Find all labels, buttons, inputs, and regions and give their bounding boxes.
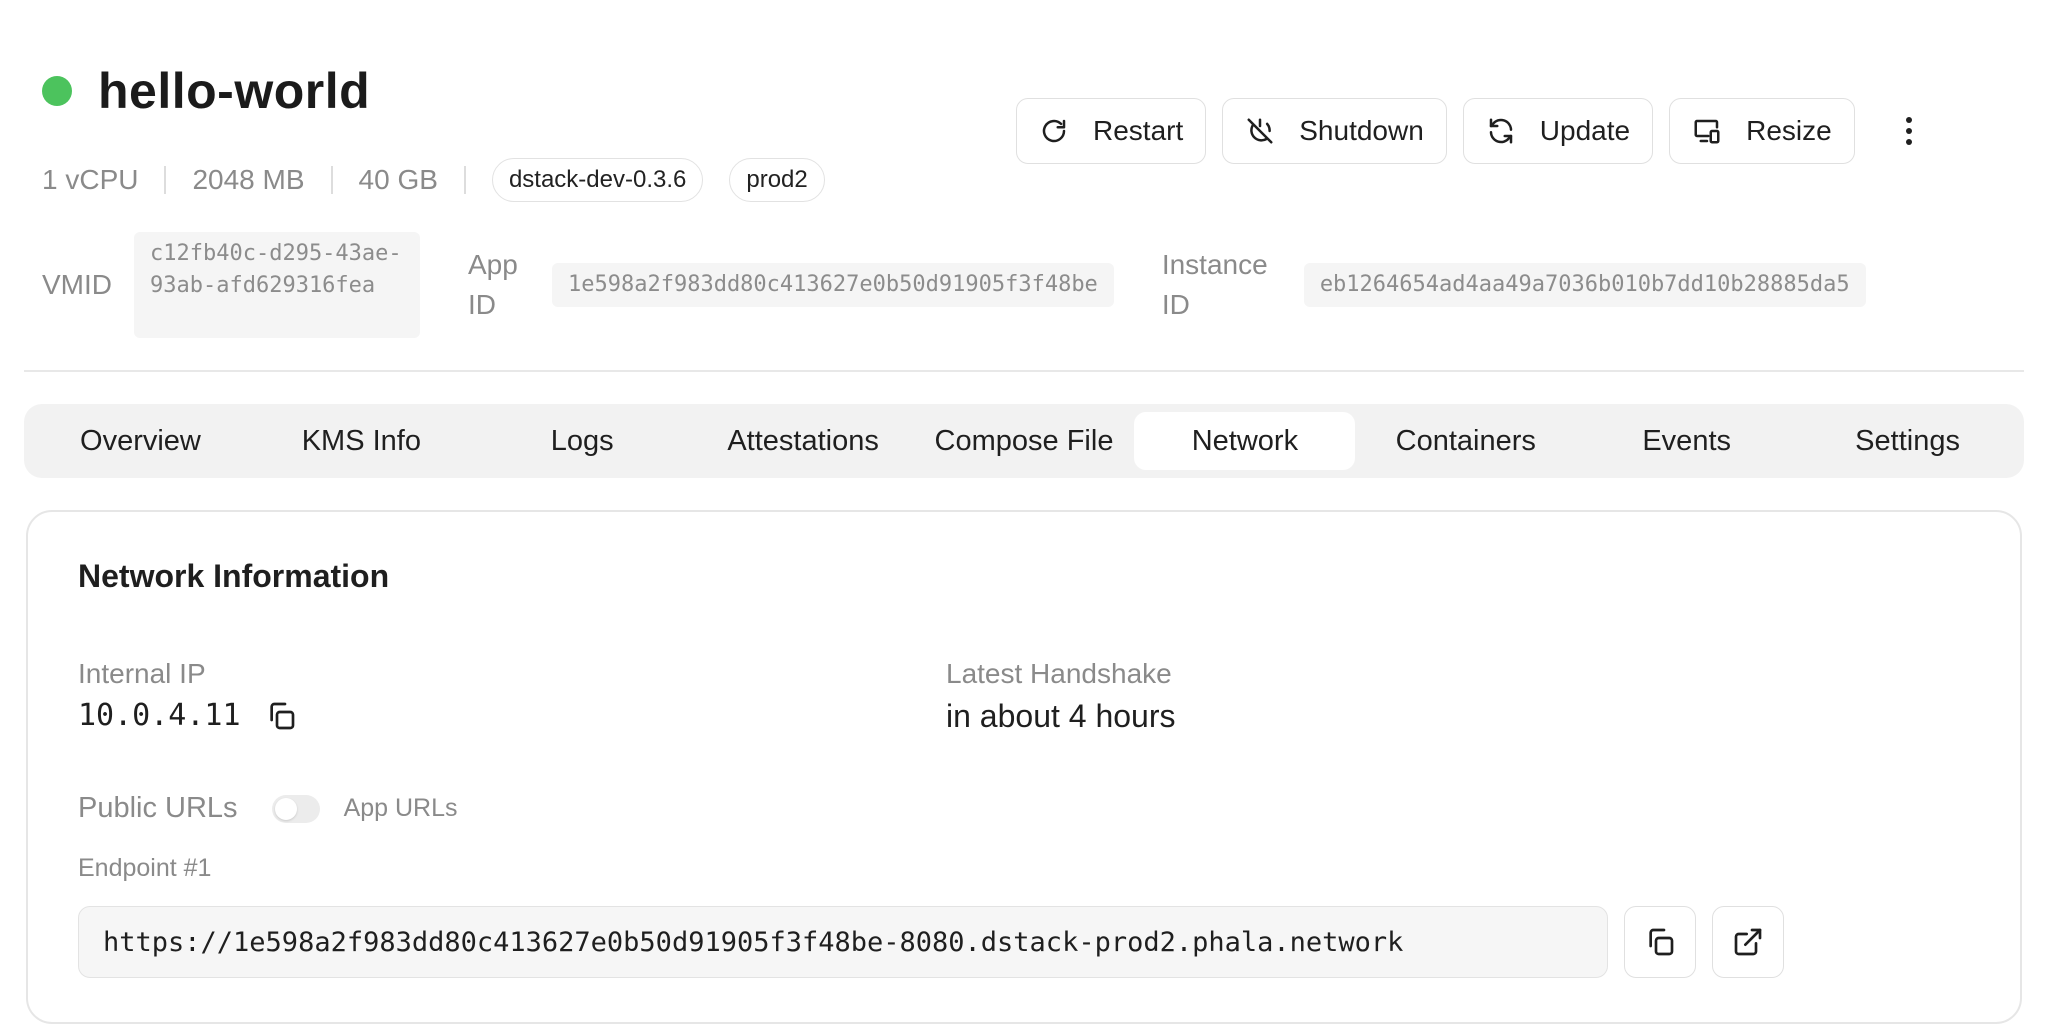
vcpu-spec: 1 vCPU: [42, 164, 139, 195]
internal-ip-value: 10.0.4.11: [78, 698, 241, 733]
app-name: hello-world: [98, 63, 371, 119]
tab-compose-file[interactable]: Compose File: [914, 412, 1135, 470]
vmid-label: VMID: [42, 269, 112, 300]
update-label: Update: [1539, 115, 1631, 146]
resize-label: Resize: [1746, 115, 1832, 146]
app-id-label: App ID: [468, 249, 518, 320]
memory-spec: 2048 MB: [192, 164, 305, 195]
restart-icon: [1042, 119, 1066, 143]
card-title: Network Information: [78, 558, 390, 594]
tab-logs[interactable]: Logs: [472, 412, 693, 470]
tab-overview[interactable]: Overview: [30, 412, 251, 470]
power-off-icon: [1247, 118, 1273, 144]
copy-icon[interactable]: [265, 700, 297, 732]
shutdown-label: Shutdown: [1299, 115, 1424, 146]
restart-button[interactable]: Restart: [1016, 98, 1207, 164]
app-header: hello-world: [42, 62, 370, 120]
resource-specs: 1 vCPU 2048 MB 40 GB dstack-dev-0.3.6 pr…: [42, 158, 851, 202]
action-bar: Restart Shutdown Update Resize: [1016, 98, 1929, 164]
internal-ip-row: 10.0.4.11: [78, 698, 297, 733]
tab-containers[interactable]: Containers: [1355, 412, 1576, 470]
identifier-row: VMID c12fb40c-d295-43ae-93ab-afd629316fe…: [42, 232, 1866, 338]
cluster-tag: prod2: [729, 158, 825, 202]
vmid-value: c12fb40c-d295-43ae-93ab-afd629316fea: [134, 232, 420, 338]
tab-bar: Overview KMS Info Logs Attestations Comp…: [24, 404, 2024, 478]
header-divider: [24, 370, 2024, 372]
disk-spec: 40 GB: [358, 164, 438, 195]
endpoint-label: Endpoint #1: [78, 854, 212, 882]
restart-label: Restart: [1093, 115, 1184, 146]
tab-kms-info[interactable]: KMS Info: [251, 412, 472, 470]
resize-icon: [1694, 119, 1720, 144]
version-tag: dstack-dev-0.3.6: [491, 158, 704, 202]
tab-network[interactable]: Network: [1134, 412, 1356, 470]
public-urls-row: Public URLs App URLs: [78, 792, 458, 825]
app-urls-toggle[interactable]: [271, 794, 320, 823]
instance-id-value: eb1264654ad4aa49a7036b010b7dd10b28885da5: [1303, 263, 1866, 307]
copy-url-button[interactable]: [1624, 906, 1696, 978]
app-id-value: 1e598a2f983dd80c413627e0b50d91905f3f48be: [552, 263, 1114, 307]
app-urls-label: App URLs: [343, 794, 458, 822]
public-urls-label: Public URLs: [78, 792, 238, 824]
more-vertical-icon: [1905, 117, 1912, 145]
refresh-icon: [1489, 118, 1513, 144]
tab-attestations[interactable]: Attestations: [693, 412, 914, 470]
open-url-button[interactable]: [1712, 906, 1784, 978]
tab-events[interactable]: Events: [1576, 412, 1797, 470]
spec-separator: [330, 166, 333, 194]
internal-ip-label: Internal IP: [78, 658, 206, 689]
status-indicator: [42, 76, 72, 106]
more-options-button[interactable]: [1889, 98, 1929, 164]
external-link-icon: [1734, 928, 1762, 956]
resize-button[interactable]: Resize: [1669, 98, 1855, 164]
tab-settings[interactable]: Settings: [1797, 412, 2018, 470]
spec-separator: [463, 166, 466, 194]
endpoint-url-field[interactable]: https://1e598a2f983dd80c413627e0b50d9190…: [78, 906, 1608, 978]
handshake-label: Latest Handshake: [946, 658, 1172, 689]
instance-id-label: Instance ID: [1161, 249, 1268, 320]
network-info-card: Network Information Internal IP 10.0.4.1…: [26, 510, 2022, 1024]
shutdown-button[interactable]: Shutdown: [1222, 98, 1447, 164]
update-button[interactable]: Update: [1462, 98, 1654, 164]
handshake-value: in about 4 hours: [946, 698, 1176, 734]
copy-icon: [1649, 928, 1674, 956]
spec-separator: [164, 166, 167, 194]
